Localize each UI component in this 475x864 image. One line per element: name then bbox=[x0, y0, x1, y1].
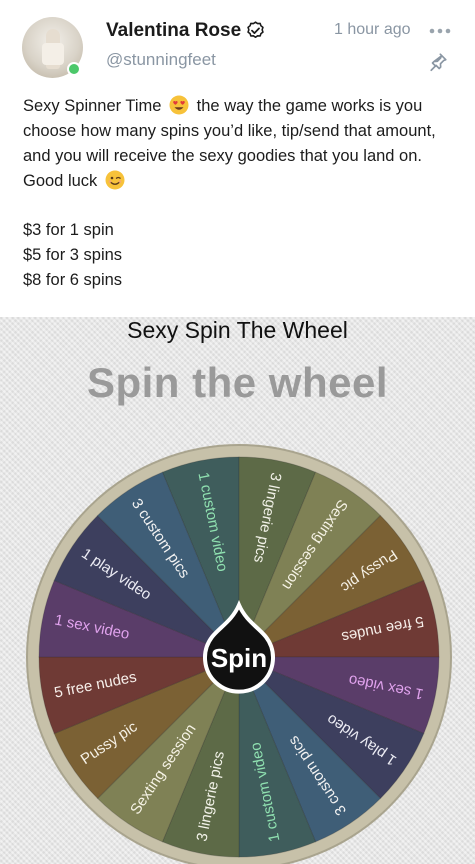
post-timestamp: 1 hour ago bbox=[334, 21, 411, 38]
prize-wheel[interactable]: 1 custom video 3 lingerie picsSexting ses… bbox=[0, 317, 475, 864]
price-item: $3 for 1 spin bbox=[23, 221, 114, 239]
verified-badge-icon bbox=[247, 21, 264, 39]
avatar-figure-dress bbox=[42, 43, 64, 65]
post-text-part1: Sexy Spinner Time bbox=[23, 97, 162, 115]
heart-eyes-emoji-icon bbox=[169, 95, 189, 115]
online-status-dot bbox=[67, 62, 81, 76]
price-item: $5 for 3 spins bbox=[23, 246, 123, 264]
price-list: $3 for 1 spin $5 for 3 spins $8 for 6 sp… bbox=[23, 218, 122, 293]
username-handle[interactable]: @stunningfeet bbox=[106, 50, 216, 70]
spin-button-label[interactable]: Spin bbox=[211, 643, 267, 673]
price-item: $8 for 6 spins bbox=[23, 271, 123, 289]
display-name[interactable]: Valentina Rose bbox=[106, 20, 241, 42]
post-body-text: Sexy Spinner Time the way the game works… bbox=[23, 94, 463, 194]
wink-emoji-icon bbox=[105, 170, 125, 190]
more-dots-icon[interactable] bbox=[427, 22, 453, 40]
pin-icon[interactable] bbox=[427, 51, 449, 73]
post-header: Valentina Rose @stunningfeet 1 hour ago bbox=[0, 0, 475, 90]
spin-wheel-image[interactable]: Sexy Spin The Wheel Spin the wheel 1 cus… bbox=[0, 317, 475, 864]
